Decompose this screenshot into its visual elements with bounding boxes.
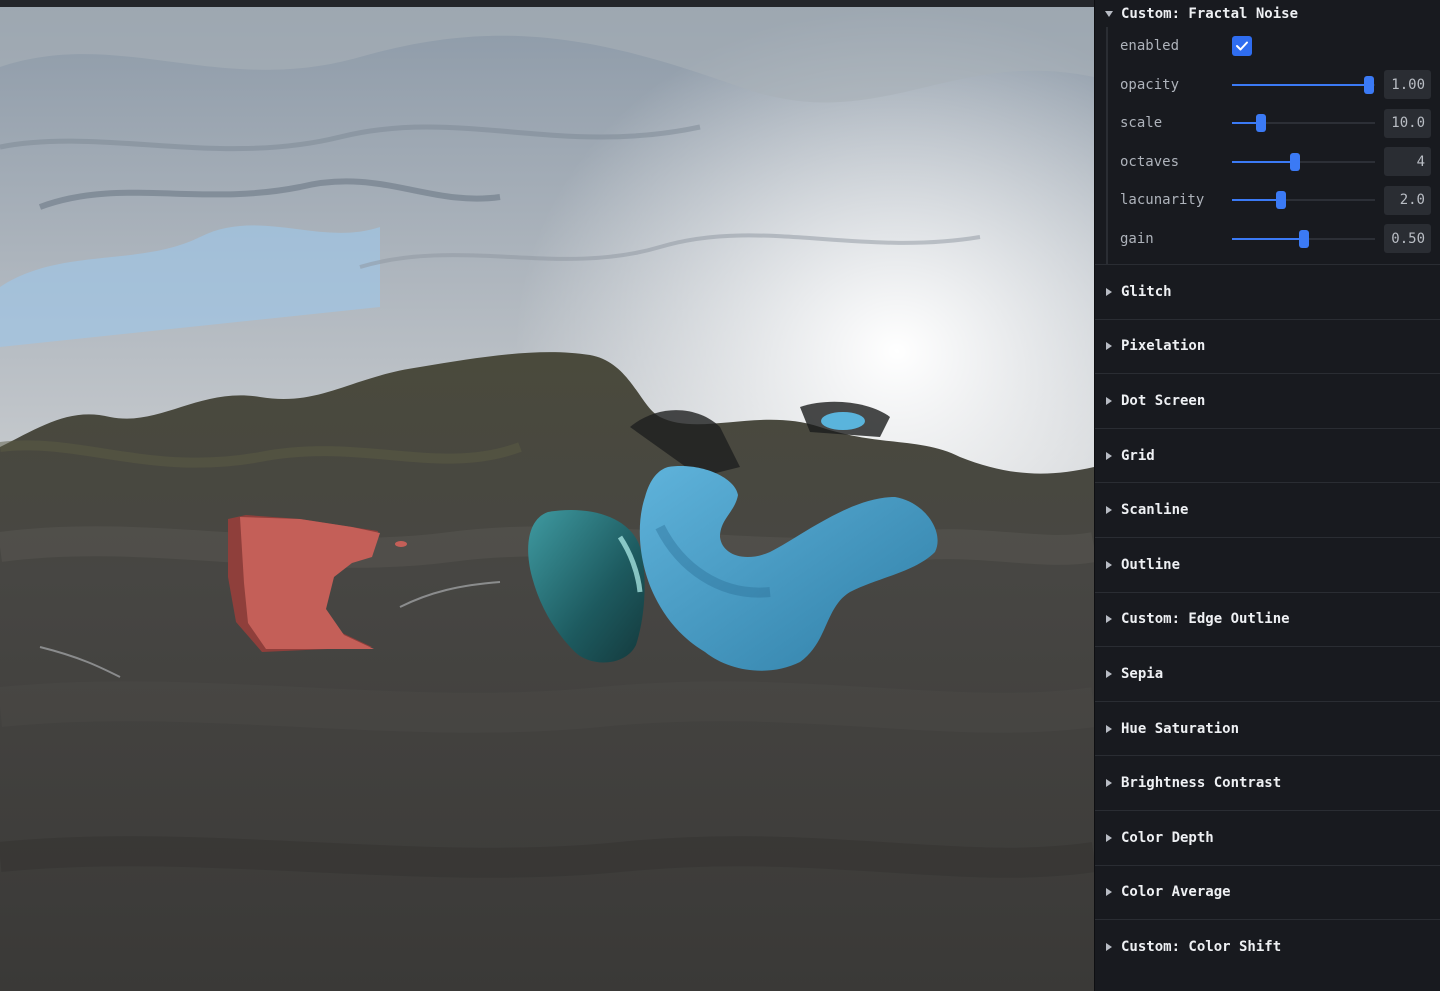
folder-color-depth[interactable]: Color Depth [1095, 809, 1440, 865]
scene-render [0, 7, 1094, 991]
folder-title: Sepia [1121, 665, 1164, 682]
caret-right-icon [1106, 615, 1112, 624]
octaves-slider[interactable] [1232, 152, 1375, 172]
folder-glitch[interactable]: Glitch [1095, 264, 1440, 319]
scale-value-input[interactable]: 10.0 [1384, 108, 1431, 138]
scale-slider[interactable] [1232, 113, 1375, 133]
opacity-slider[interactable] [1232, 75, 1375, 95]
caret-down-icon [1105, 10, 1113, 17]
caret-right-icon [1106, 724, 1112, 733]
caret-right-icon [1106, 506, 1112, 515]
folder-title: Glitch [1121, 283, 1172, 300]
slider-fill [1232, 160, 1295, 163]
folder-title: Color Depth [1121, 829, 1214, 846]
control-scale: scale 10.0 [1108, 104, 1440, 143]
folder-sepia[interactable]: Sepia [1095, 646, 1440, 701]
control-label: scale [1120, 115, 1163, 132]
folder-title: Color Average [1121, 884, 1231, 901]
slider-handle[interactable] [1255, 114, 1266, 133]
folder-title: Custom: Fractal Noise [1121, 5, 1299, 22]
folder-title: Dot Screen [1121, 392, 1206, 409]
control-label: octaves [1120, 153, 1180, 170]
gain-slider[interactable] [1232, 229, 1375, 249]
3d-scene-viewport[interactable] [0, 7, 1094, 991]
slider-fill [1232, 83, 1370, 86]
control-label: enabled [1120, 38, 1180, 55]
slider-fill [1232, 237, 1304, 240]
folder-scanline[interactable]: Scanline [1095, 482, 1440, 537]
caret-right-icon [1106, 560, 1112, 569]
folder-title: Grid [1121, 447, 1155, 464]
control-label: gain [1120, 230, 1154, 247]
folder-brightness-contrast[interactable]: Brightness Contrast [1095, 755, 1440, 810]
caret-right-icon [1106, 833, 1112, 842]
folder-title: Custom: Edge Outline [1121, 611, 1290, 628]
folder-title: Scanline [1121, 502, 1189, 519]
lacunarity-slider[interactable] [1232, 190, 1375, 210]
folder-color-average[interactable]: Color Average [1095, 864, 1440, 920]
folder-custom-color-shift[interactable]: Custom: Color Shift [1095, 919, 1440, 974]
folder-dot-screen[interactable]: Dot Screen [1095, 373, 1440, 428]
closed-folders-list: Glitch Pixelation Dot Screen Grid Scanline Ou… [1095, 264, 1440, 974]
folder-title: Outline [1121, 556, 1181, 573]
slider-handle[interactable] [1275, 191, 1286, 210]
lacunarity-value-input[interactable]: 2.0 [1384, 185, 1431, 215]
caret-right-icon [1106, 888, 1112, 897]
folder-hue-saturation[interactable]: Hue Saturation [1095, 700, 1440, 756]
slider-handle[interactable] [1364, 75, 1375, 94]
folder-custom-edge-outline[interactable]: Custom: Edge Outline [1095, 591, 1440, 647]
control-label: opacity [1120, 76, 1180, 93]
caret-right-icon [1106, 451, 1112, 460]
gain-value-input[interactable]: 0.50 [1384, 224, 1431, 254]
folder-title: Pixelation [1121, 338, 1206, 355]
caret-right-icon [1106, 942, 1112, 951]
control-octaves: octaves 4 [1108, 143, 1440, 182]
folder-title: Hue Saturation [1121, 720, 1240, 737]
control-label: lacunarity [1120, 192, 1205, 209]
slider-handle[interactable] [1298, 229, 1309, 248]
controls-panel: Custom: Fractal Noise enabled opacity 1.00… [1094, 0, 1440, 991]
folder-title: Brightness Contrast [1121, 775, 1282, 792]
caret-right-icon [1106, 287, 1112, 296]
opacity-value-input[interactable]: 1.00 [1384, 70, 1431, 100]
slider-fill [1232, 199, 1281, 202]
checkmark-icon [1236, 41, 1248, 51]
enabled-checkbox[interactable] [1232, 36, 1252, 57]
control-opacity: opacity 1.00 [1108, 66, 1440, 105]
caret-right-icon [1106, 779, 1112, 788]
control-lacunarity: lacunarity 2.0 [1108, 181, 1440, 220]
folder-grid[interactable]: Grid [1095, 427, 1440, 483]
folder-fractal-noise-header[interactable]: Custom: Fractal Noise [1095, 0, 1440, 27]
caret-right-icon [1106, 342, 1112, 351]
octaves-value-input[interactable]: 4 [1384, 147, 1431, 177]
control-gain: gain 0.50 [1108, 220, 1440, 259]
caret-right-icon [1106, 396, 1112, 405]
folder-outline[interactable]: Outline [1095, 536, 1440, 592]
folder-pixelation[interactable]: Pixelation [1095, 318, 1440, 374]
caret-right-icon [1106, 669, 1112, 678]
folder-title: Custom: Color Shift [1121, 938, 1282, 955]
slider-handle[interactable] [1289, 152, 1300, 171]
folder-fractal-noise-body: enabled opacity 1.00 scale 10.0 octaves 4 lacun… [1106, 27, 1440, 264]
control-enabled: enabled [1108, 27, 1440, 66]
